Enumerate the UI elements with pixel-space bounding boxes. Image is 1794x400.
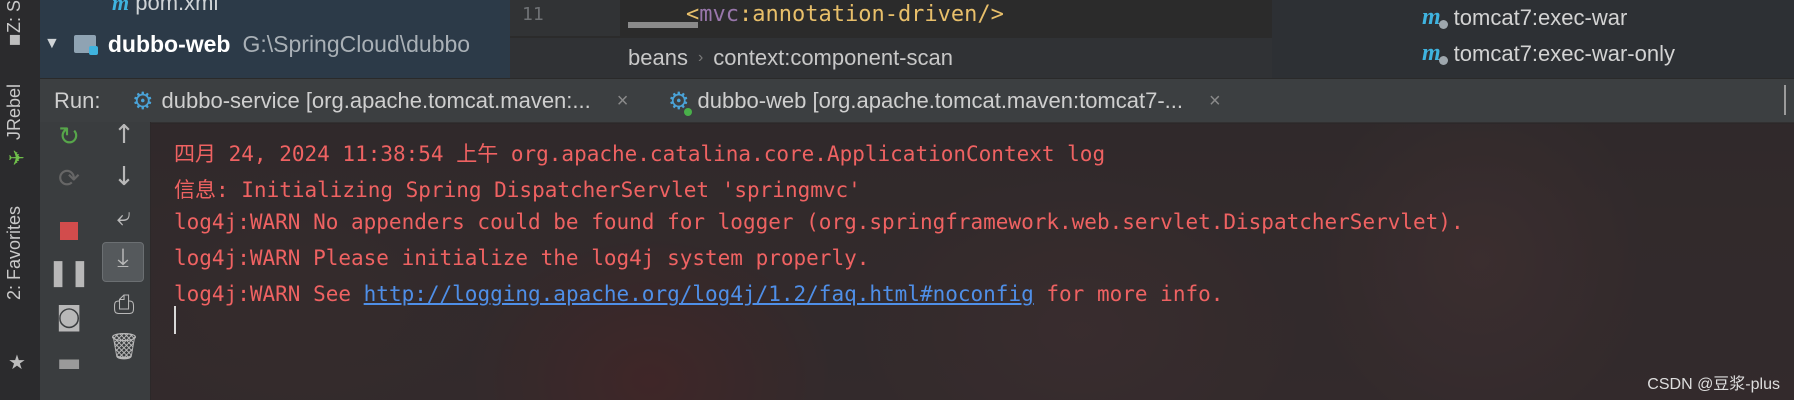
run-config-gear-icon: ⚙ xyxy=(668,87,692,116)
maven-icon: m xyxy=(112,0,130,15)
module-folder-icon xyxy=(73,35,98,55)
code-tag: :annotation-driven/> xyxy=(739,2,1004,27)
plugin-badge-icon xyxy=(1438,20,1448,29)
maven-goal-exec-war-only[interactable]: m tomcat7:exec-war-only xyxy=(1422,40,1675,67)
log4j-faq-link[interactable]: http://logging.apache.org/log4j/1.2/faq.… xyxy=(364,282,1034,306)
run-toolbar-primary: ↻ ⟳ ❚❚ ◙ ▬ xyxy=(40,122,99,400)
run-tab-bar: Run: ⚙ dubbo-service [org.apache.tomcat.… xyxy=(40,78,1794,124)
favorites-tab[interactable]: 2: Favorites xyxy=(4,206,25,300)
watermark: CSDN @豆浆-plus xyxy=(1647,376,1780,393)
scroll-down-icon[interactable]: ↓ xyxy=(98,162,150,192)
code-namespace: mvc xyxy=(699,2,739,27)
maven-goal-icon: m xyxy=(1422,40,1441,66)
scroll-to-end-icon[interactable]: ⤓ xyxy=(102,242,144,282)
breadcrumb-beans[interactable]: beans xyxy=(510,45,688,71)
jrebel-icon: ✈ xyxy=(8,146,25,170)
tab-label: dubbo-service [org.apache.tomcat.maven:.… xyxy=(161,88,591,113)
code-line[interactable]: <mvc:annotation-driven/> xyxy=(686,2,1004,27)
maven-goal-icon: m xyxy=(1422,4,1441,30)
console-line: 四月 24, 2024 11:38:54 上午 org.apache.catal… xyxy=(174,142,1106,166)
console-line-suffix: for more info. xyxy=(1033,282,1224,306)
run-label: Run: xyxy=(54,88,101,113)
pom-file-item[interactable]: m pom.xml xyxy=(112,0,218,16)
expand-arrow-icon[interactable]: ▼ xyxy=(44,35,60,53)
structure-icon: ▪ xyxy=(8,26,22,50)
code-bracket: < xyxy=(686,2,700,27)
console-line: 信息: Initializing Spring DispatcherServle… xyxy=(174,178,861,202)
maven-goal-exec-war[interactable]: m tomcat7:exec-war xyxy=(1422,4,1627,31)
console-output[interactable]: 四月 24, 2024 11:38:54 上午 org.apache.catal… xyxy=(150,122,1794,400)
close-tab-icon[interactable]: × xyxy=(617,90,629,113)
module-tree-item[interactable]: ▼ dubbo-web G:\SpringCloud\dubbo xyxy=(44,24,470,64)
close-tab-icon[interactable]: × xyxy=(1209,90,1221,113)
tab-dubbo-service[interactable]: ⚙ dubbo-service [org.apache.tomcat.maven… xyxy=(132,79,628,123)
jrebel-tab[interactable]: JRebel xyxy=(4,84,25,140)
star-icon: ★ xyxy=(8,350,26,374)
breadcrumb: beans › context:component-scan xyxy=(510,38,1272,78)
text-caret xyxy=(174,306,176,334)
rerun-icon[interactable]: ↻ xyxy=(40,122,98,152)
left-tool-strip: Z: S ▪ JRebel ✈ 2: Favorites ★ xyxy=(0,0,41,400)
run-toolbar-secondary: ↑ ↓ ⤶ ⤓ ⎙ 🗑 xyxy=(98,120,151,400)
running-indicator-icon xyxy=(683,107,692,116)
line-number: 11 xyxy=(522,4,544,25)
module-path: G:\SpringCloud\dubbo xyxy=(242,30,471,57)
console-line: log4j:WARN Please initialize the log4j s… xyxy=(174,246,870,270)
camera-icon[interactable]: ◙ xyxy=(40,302,98,332)
console-line: log4j:WARN See http://logging.apache.org… xyxy=(174,282,1223,306)
print-icon[interactable]: ⎙ xyxy=(98,290,150,320)
layout-icon[interactable]: ▬ xyxy=(40,348,98,378)
clear-all-icon[interactable]: 🗑 xyxy=(98,332,150,362)
soft-wrap-icon[interactable]: ⤶ xyxy=(98,202,150,232)
scroll-up-icon[interactable]: ↑ xyxy=(98,120,150,150)
stop-icon[interactable] xyxy=(40,216,98,247)
rerun-failed-icon[interactable]: ⟳ xyxy=(40,164,98,194)
console-line: log4j:WARN No appenders could be found f… xyxy=(174,210,1464,234)
tab-overflow-divider xyxy=(1784,85,1786,115)
run-config-gear-icon: ⚙ xyxy=(132,87,154,115)
tab-label: dubbo-web [org.apache.tomcat.maven:tomca… xyxy=(697,88,1183,113)
breadcrumb-component-scan[interactable]: context:component-scan xyxy=(713,45,953,71)
plugin-badge-icon xyxy=(1438,56,1448,65)
pause-icon[interactable]: ❚❚ xyxy=(40,258,98,288)
maven-goal-label: tomcat7:exec-war xyxy=(1453,4,1628,30)
pom-file-label: pom.xml xyxy=(135,0,219,15)
tab-dubbo-web[interactable]: ⚙ dubbo-web [org.apache.tomcat.maven:tom… xyxy=(668,79,1221,123)
console-line-prefix: log4j:WARN See xyxy=(174,282,364,306)
module-name: dubbo-web xyxy=(107,30,231,57)
breadcrumb-separator-icon: › xyxy=(697,49,704,66)
maven-goal-label: tomcat7:exec-war-only xyxy=(1453,40,1675,66)
